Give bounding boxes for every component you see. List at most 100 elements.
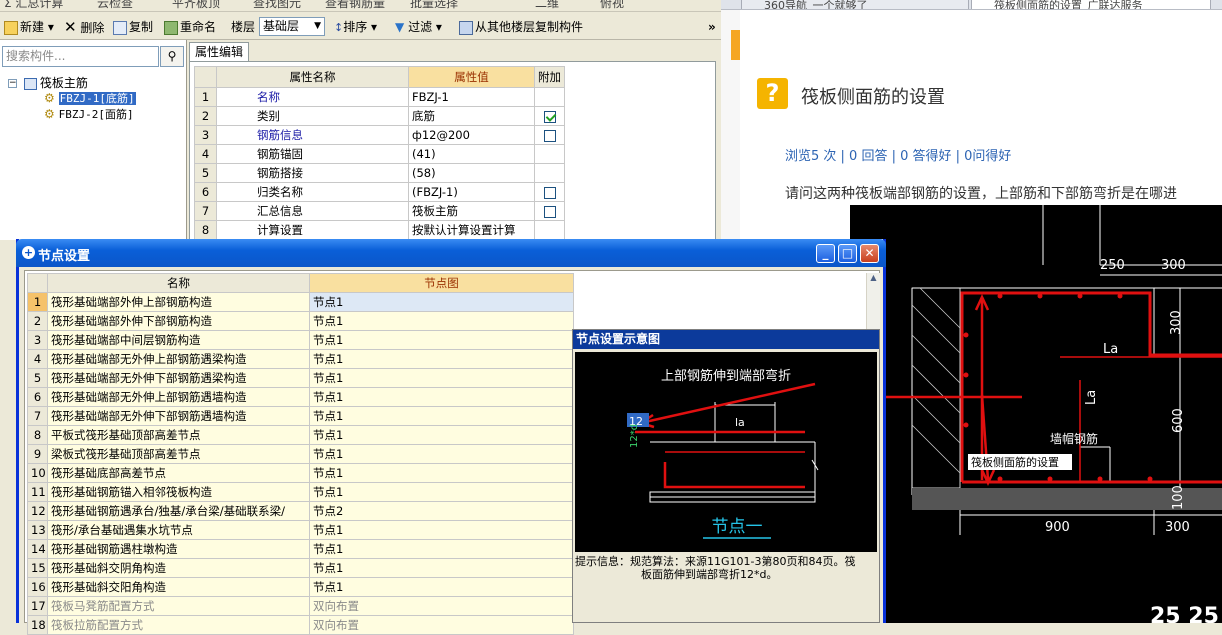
property-value[interactable]: FBZJ-1 — [408, 87, 535, 107]
node-row[interactable]: 10 筏形基础底部高差节点 节点1 — [27, 463, 574, 483]
node-value[interactable]: 节点1 — [309, 292, 574, 312]
collapse-icon[interactable]: − — [8, 79, 17, 88]
dialog-titlebar[interactable]: + 节点设置 _ □ ✕ — [16, 239, 886, 267]
node-row[interactable]: 13 筏形/承台基础遇集水坑节点 节点1 — [27, 520, 574, 540]
tab-property-edit[interactable]: 属性编辑 — [189, 42, 249, 61]
tree-root[interactable]: − 筏板主筋 — [8, 74, 88, 91]
node-value[interactable]: 节点1 — [309, 425, 574, 445]
node-value[interactable]: 节点1 — [309, 539, 574, 559]
property-row[interactable]: 6 归类名称 (FBZJ-1) — [194, 182, 565, 202]
property-extra[interactable] — [534, 144, 565, 164]
toolbar-overflow-button[interactable]: » — [708, 18, 716, 36]
cad-hatch — [911, 394, 961, 444]
property-row[interactable]: 7 汇总信息 筏板主筋 — [194, 201, 565, 221]
node-value[interactable]: 节点1 — [309, 311, 574, 331]
node-row[interactable]: 2 筏形基础端部外伸下部钢筋构造 节点1 — [27, 311, 574, 331]
node-value[interactable]: 节点1 — [309, 520, 574, 540]
node-value[interactable]: 节点1 — [309, 577, 574, 597]
summary-calc-button[interactable]: Σ 汇总计算 — [4, 0, 63, 11]
property-extra[interactable] — [534, 201, 565, 221]
delete-button[interactable]: ✕ 删除 — [64, 18, 104, 36]
node-value[interactable]: 节点1 — [309, 444, 574, 464]
property-value[interactable]: (58) — [408, 163, 535, 183]
node-row[interactable]: 3 筏形基础端部中间层钢筋构造 节点1 — [27, 330, 574, 350]
sort-button[interactable]: ↕排序 ▾ — [334, 18, 377, 36]
property-name: 钢筋锚固 — [216, 144, 409, 164]
search-icon[interactable]: ⚲ — [160, 46, 184, 67]
property-extra[interactable] — [534, 125, 565, 145]
property-row[interactable]: 3 钢筋信息 ф12@200 — [194, 125, 565, 145]
property-extra[interactable] — [534, 106, 565, 126]
node-value[interactable]: 节点1 — [309, 349, 574, 369]
property-row[interactable]: 8 计算设置 按默认计算设置计算 — [194, 220, 565, 240]
node-row[interactable]: 15 筏形基础斜交阴角构造 节点1 — [27, 558, 574, 578]
property-row[interactable]: 5 钢筋搭接 (58) — [194, 163, 565, 183]
node-value[interactable]: 节点2 — [309, 501, 574, 521]
property-value[interactable]: 按默认计算设置计算 — [408, 220, 535, 240]
find-element-button[interactable]: 查找图元 — [253, 0, 301, 11]
copy-from-floor-button[interactable]: 从其他楼层复制构件 — [459, 18, 583, 36]
node-row[interactable]: 18 筏板拉筋配置方式 双向布置 — [27, 615, 574, 635]
copy-button[interactable]: 复制 — [113, 18, 153, 36]
property-extra[interactable] — [534, 87, 565, 107]
node-value[interactable]: 节点1 — [309, 558, 574, 578]
extra-checkbox[interactable] — [543, 205, 556, 218]
property-extra[interactable] — [534, 220, 565, 240]
tree-item-fbzj-1[interactable]: ⚙ FBZJ-1[底筋] — [44, 90, 136, 106]
scroll-up-icon[interactable]: ▲ — [867, 273, 880, 282]
node-value[interactable]: 双向布置 — [309, 596, 574, 616]
property-value[interactable]: 筏板主筋 — [408, 201, 535, 221]
node-row[interactable]: 16 筏形基础斜交阳角构造 节点1 — [27, 577, 574, 597]
top-view-dropdown[interactable]: 俯视 — [600, 0, 624, 11]
node-value[interactable]: 节点1 — [309, 482, 574, 502]
node-row[interactable]: 17 筏板马凳筋配置方式 双向布置 — [27, 596, 574, 616]
property-value[interactable]: (41) — [408, 144, 535, 164]
extra-checkbox[interactable] — [543, 129, 556, 142]
property-row[interactable]: 1 名称 FBZJ-1 — [194, 87, 565, 107]
node-value[interactable]: 节点1 — [309, 368, 574, 388]
node-row[interactable]: 8 平板式筏形基础顶部高差节点 节点1 — [27, 425, 574, 445]
node-row[interactable]: 5 筏形基础端部无外伸下部钢筋遇梁构造 节点1 — [27, 368, 574, 388]
node-value[interactable]: 节点1 — [309, 387, 574, 407]
tab-360-nav[interactable]: 360导航_一个就够了 — [741, 0, 969, 9]
node-row[interactable]: 6 筏形基础端部无外伸上部钢筋遇墙构造 节点1 — [27, 387, 574, 407]
node-row[interactable]: 14 筏形基础钢筋遇柱墩构造 节点1 — [27, 539, 574, 559]
floor-select[interactable]: 基础层 ▼ — [259, 17, 325, 36]
property-row[interactable]: 4 钢筋锚固 (41) — [194, 144, 565, 164]
property-value[interactable]: ф12@200 — [408, 125, 535, 145]
extra-checkbox[interactable] — [543, 186, 556, 199]
property-value[interactable]: (FBZJ-1) — [408, 182, 535, 202]
node-row[interactable]: 1 筏形基础端部外伸上部钢筋构造 节点1 — [27, 292, 574, 312]
node-row[interactable]: 9 梁板式筏形基础顶部高差节点 节点1 — [27, 444, 574, 464]
maximize-icon[interactable]: □ — [838, 244, 857, 263]
view-2d-dropdown[interactable]: 二维 — [535, 0, 559, 11]
search-input[interactable]: 搜索构件... — [2, 46, 159, 67]
property-extra[interactable] — [534, 182, 565, 202]
node-value[interactable]: 双向布置 — [309, 615, 574, 635]
node-row[interactable]: 11 筏形基础钢筋锚入相邻筏板构造 节点1 — [27, 482, 574, 502]
tree-item-fbzj-2[interactable]: ⚙ FBZJ-2[面筋] — [44, 106, 134, 122]
cloud-check-button[interactable]: 云检查 — [97, 0, 133, 11]
minimize-icon[interactable]: _ — [816, 244, 835, 263]
node-table-scrollbar[interactable]: ▲ — [866, 273, 880, 333]
flush-slab-top-button[interactable]: 平齐板顶 — [172, 0, 220, 11]
close-icon[interactable]: ✕ — [860, 244, 879, 263]
rename-button[interactable]: 重命名 — [164, 18, 216, 36]
view-rebar-qty-button[interactable]: 查看钢筋量 — [325, 0, 385, 11]
question-stats[interactable]: 浏览5 次 | 0 回答 | 0 答得好 | 0问得好 — [785, 145, 1011, 164]
property-extra[interactable] — [534, 163, 565, 183]
node-value[interactable]: 节点1 — [309, 406, 574, 426]
node-value[interactable]: 节点1 — [309, 463, 574, 483]
property-row[interactable]: 2 类别 底筋 — [194, 106, 565, 126]
tab-question[interactable]: 筏板侧面筋的设置_广联达服务 — [971, 0, 1211, 9]
batch-select-button[interactable]: 批量选择 — [410, 0, 458, 11]
extra-checkbox[interactable] — [543, 110, 556, 123]
node-row[interactable]: 4 筏形基础端部无外伸上部钢筋遇梁构造 节点1 — [27, 349, 574, 369]
property-table: 属性名称 属性值 附加 1 名称 FBZJ-1 2 类别 底筋 3 钢筋信息 ф12@200 4 钢… — [194, 66, 565, 240]
new-button[interactable]: 新建 ▾ — [4, 18, 54, 36]
filter-button[interactable]: ▼ 过滤 ▾ — [395, 18, 442, 36]
node-row[interactable]: 7 筏形基础端部无外伸下部钢筋遇墙构造 节点1 — [27, 406, 574, 426]
node-row[interactable]: 12 筏形基础钢筋遇承台/独基/承台梁/基础联系梁/节点2 — [27, 501, 574, 521]
node-value[interactable]: 节点1 — [309, 330, 574, 350]
property-value[interactable]: 底筋 — [408, 106, 535, 126]
